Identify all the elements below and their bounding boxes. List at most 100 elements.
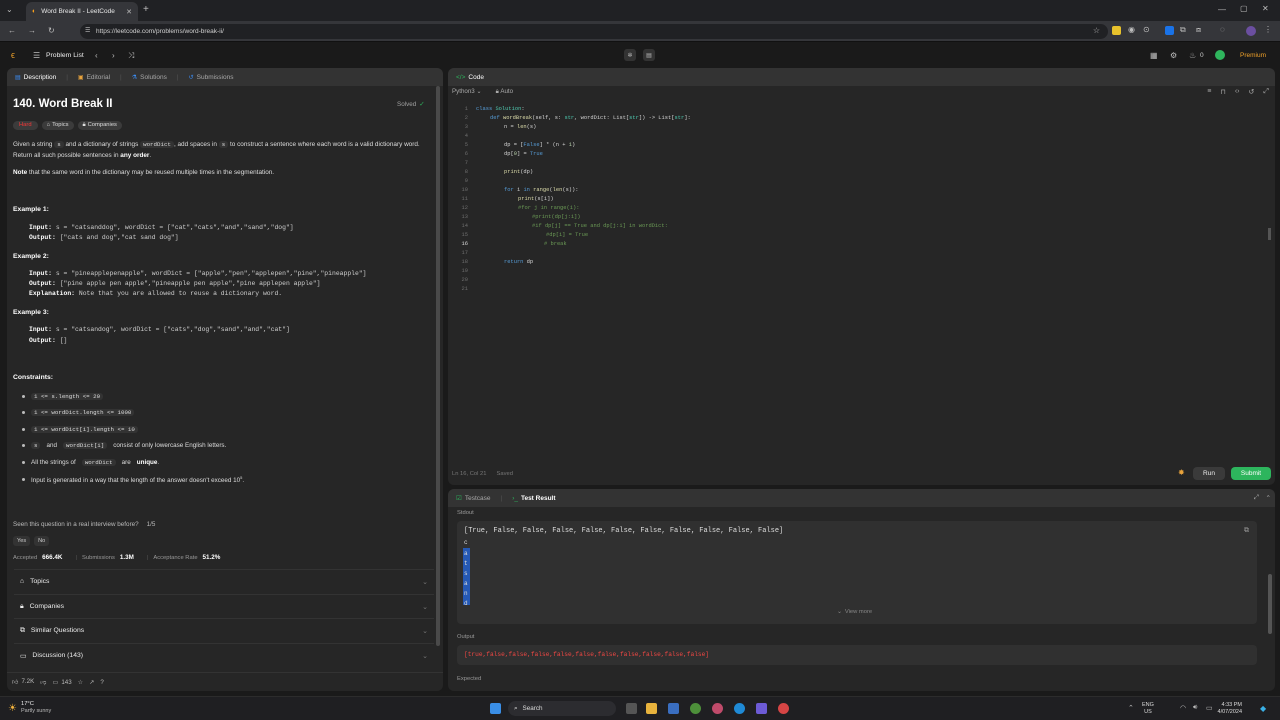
shuffle-icon[interactable]: ⤨ (128, 51, 134, 61)
minimize-icon[interactable]: — (1218, 5, 1226, 14)
debug-button[interactable]: ✲ (624, 49, 636, 61)
reload-icon[interactable]: ↻ (48, 26, 55, 35)
bullet (22, 444, 25, 447)
extensions-puzzle-icon[interactable]: ⧉ (1180, 25, 1186, 35)
copy-icon[interactable]: ⧉ (1244, 527, 1249, 535)
copilot-icon[interactable]: ◆ (1260, 704, 1266, 713)
leetcode-logo-icon[interactable]: ϵ (11, 50, 15, 60)
yes-button[interactable]: Yes (13, 536, 31, 546)
constraint-code: s (31, 442, 41, 449)
extension-icon[interactable]: ◉ (1128, 25, 1135, 34)
code-header: </> Code (448, 68, 1275, 86)
accordion-similar[interactable]: ⧉ Similar Questions ⌄ (14, 618, 434, 642)
site-info-icon[interactable]: ☰ (85, 27, 90, 34)
reset-icon[interactable]: ↺ (1249, 88, 1255, 96)
next-problem-icon[interactable]: › (112, 51, 115, 60)
accordion-companies[interactable]: 🔒︎ Companies ⌄ (14, 594, 434, 618)
tray-chevron-icon[interactable]: ⌃ (1128, 704, 1134, 712)
tab-solutions[interactable]: ⚗ Solutions (132, 74, 167, 81)
star-icon[interactable]: ☆ (78, 679, 84, 686)
code-brackets-icon[interactable]: ‹› (1235, 88, 1240, 96)
extensions-3-icon[interactable]: ⧈ (1196, 25, 1201, 35)
extension-notes-icon[interactable] (1112, 26, 1121, 35)
output-label: Output: (29, 234, 56, 241)
accordion-discussion[interactable]: ▭ Discussion (143) ⌄ (14, 643, 434, 667)
volume-icon[interactable]: 🔊︎ (1193, 704, 1197, 712)
expand-icon[interactable]: ⤢ (1254, 494, 1259, 502)
file-explorer-icon[interactable] (646, 703, 657, 714)
code-tab[interactable]: </> Code (456, 74, 484, 81)
forward-icon[interactable]: → (28, 26, 36, 35)
accordion-topics[interactable]: ⌂ Topics ⌄ (14, 569, 434, 593)
language-select[interactable]: Python3 ⌄ (452, 88, 482, 96)
tab-description[interactable]: ▤ Description (15, 74, 56, 81)
code-scrollbar[interactable] (1268, 228, 1271, 240)
edge-icon[interactable] (734, 703, 745, 714)
browser-tab[interactable]: ◐ Word Break II - LeetCode ✕ (26, 2, 138, 21)
close-window-icon[interactable]: ✕ (1262, 4, 1269, 13)
task-view-icon[interactable] (626, 703, 637, 714)
extension-k-icon[interactable] (1165, 26, 1174, 35)
format-icon[interactable]: ≡ (1207, 88, 1211, 96)
language-indicator[interactable]: ENG US (1142, 702, 1154, 716)
discord-icon[interactable] (756, 703, 767, 714)
settings-gear-icon[interactable]: ⚙ (1170, 51, 1177, 60)
tab-close-icon[interactable]: ✕ (126, 8, 132, 16)
user-avatar[interactable] (1215, 50, 1225, 60)
browser-menu-icon[interactable]: ⋮ (1264, 25, 1272, 34)
firefox-icon[interactable] (712, 703, 723, 714)
prev-problem-icon[interactable]: ‹ (95, 51, 98, 60)
problem-list-link[interactable]: Problem List (46, 52, 84, 59)
line-number: 21 (461, 286, 468, 292)
new-tab-icon[interactable]: + (143, 4, 149, 15)
wifi-icon[interactable]: ◠ (1180, 704, 1186, 712)
example1-output: Output: ["cats and dog","cat sand dog"] (29, 233, 179, 243)
back-icon[interactable]: ← (8, 26, 16, 35)
profile-avatar-icon[interactable] (1246, 26, 1256, 36)
tab-menu-chevron-icon[interactable]: ⌄ (6, 5, 13, 14)
app-icon[interactable] (778, 703, 789, 714)
like-button[interactable]: 👍︎ 7.2K (12, 678, 34, 686)
companies-tag[interactable]: 🔒︎ Companies (77, 121, 122, 130)
thumbs-down-icon[interactable]: 👎︎ (40, 678, 46, 686)
collapse-chevron-icon[interactable]: ⌃ (1266, 494, 1271, 502)
chrome-icon[interactable] (690, 703, 701, 714)
url-field[interactable]: ☰ https://leetcode.com/problems/word-bre… (80, 24, 1108, 39)
bulb-icon[interactable]: ✸ (1178, 468, 1185, 477)
maximize-icon[interactable]: ⤢ (1263, 88, 1269, 96)
share-icon[interactable]: ↗ (89, 679, 94, 686)
auto-mode[interactable]: 🔒︎ Auto (496, 88, 513, 96)
help-icon[interactable]: ? (100, 679, 103, 686)
streak-fire-icon[interactable]: ♨ (1189, 51, 1196, 60)
maximize-icon[interactable]: ▢ (1240, 4, 1248, 13)
comments-button[interactable]: ▭ 143 (52, 679, 71, 686)
store-icon[interactable] (668, 703, 679, 714)
tab-editorial[interactable]: ▣ Editorial (78, 74, 110, 81)
run-button[interactable]: Run (1193, 467, 1225, 480)
result-scrollbar[interactable] (1268, 574, 1272, 634)
tab-test-result[interactable]: ›_ Test Result (512, 495, 555, 502)
line-number: 12 (461, 205, 468, 211)
tab-testcase[interactable]: ☑ Testcase (456, 494, 490, 503)
premium-link[interactable]: Premium (1240, 52, 1266, 59)
tab-submissions[interactable]: ↺ Submissions (189, 74, 234, 81)
no-button[interactable]: No (34, 536, 50, 546)
extension-2-icon[interactable]: ⊙ (1143, 25, 1150, 34)
notes-button[interactable]: ▤ (643, 49, 655, 61)
constraint-code: 1 <= wordDict.length <= 1000 (31, 409, 135, 416)
description-scrollbar[interactable] (436, 86, 440, 646)
submit-button[interactable]: Submit (1231, 467, 1271, 480)
clock[interactable]: 4:33 PM 4/07/2024 (1212, 702, 1242, 716)
topics-tag[interactable]: ⌂ Topics (41, 121, 74, 130)
bookmark-icon[interactable]: ⊓ (1220, 88, 1225, 96)
windows-start-icon[interactable] (490, 703, 501, 714)
description-footer: 👍︎ 7.2K 👎︎ ▭ 143 ☆ ↗ ? (7, 672, 443, 691)
problem-list-icon[interactable]: ☰ (33, 51, 40, 60)
taskbar-search[interactable]: ⌕ Search (508, 701, 616, 716)
sidebar-icon[interactable]: ◌ (1220, 25, 1225, 34)
layout-grid-icon[interactable]: ▦ (1150, 51, 1158, 60)
view-more-link[interactable]: ⌄ View more (837, 609, 872, 615)
weather-widget[interactable]: ☀ 17°C Partly sunny (8, 701, 51, 715)
tab-test-result-label: Test Result (520, 494, 556, 502)
bookmark-star-icon[interactable]: ☆ (1093, 26, 1100, 35)
